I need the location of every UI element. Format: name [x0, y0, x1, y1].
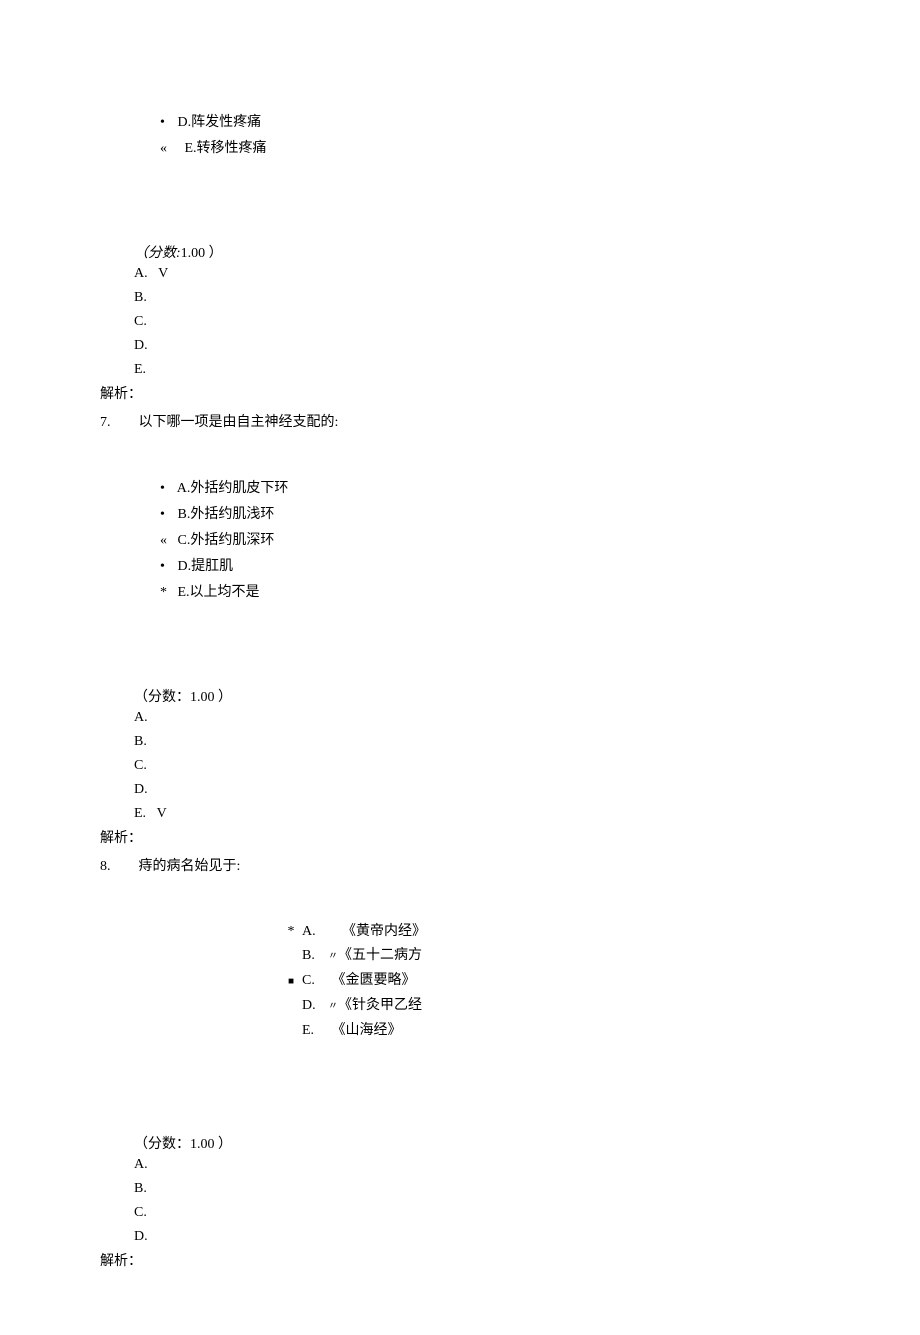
- answer-c: C.: [134, 314, 147, 329]
- q7-option-a: A.外括约肌皮下环: [177, 481, 289, 496]
- answer-b: B.: [134, 290, 147, 305]
- answer-c: C.: [134, 1205, 147, 1220]
- score-label: （分数:: [134, 246, 181, 261]
- score-label: （分数：: [134, 1137, 190, 1152]
- bullet-icon: [160, 476, 174, 502]
- square-icon: [280, 970, 302, 994]
- answer-e: E.: [134, 362, 146, 377]
- q8-number: 8.: [100, 854, 128, 880]
- q8-stem: 痔的病名始见于:: [139, 859, 241, 874]
- ditto-mark: 〃: [328, 995, 338, 1019]
- bullet-icon: [160, 554, 174, 580]
- q6-option-d: D.阵发性疼痛: [178, 115, 262, 130]
- analysis-label: 解析：: [100, 382, 820, 408]
- score-value: 1.00 ）: [181, 246, 223, 261]
- bullet-icon: [280, 920, 302, 944]
- letter-e: E.: [302, 1019, 328, 1043]
- q7-option-d: D.提肛肌: [178, 559, 234, 574]
- score-value: 1.00 ）: [190, 690, 232, 705]
- letter-a: A.: [302, 920, 328, 944]
- score-label: （分数：: [134, 690, 190, 705]
- answer-b: B.: [134, 734, 147, 749]
- answer-b: B.: [134, 1181, 147, 1196]
- bullet-icon: [160, 136, 174, 162]
- q6-option-e: E.转移性疼痛: [185, 141, 267, 156]
- answer-d: D.: [134, 782, 148, 797]
- analysis-label: 解析：: [100, 826, 820, 852]
- q8-option-d: 《针灸甲乙经: [338, 994, 422, 1018]
- bullet-icon: [160, 528, 174, 554]
- bullet-icon: [160, 502, 174, 528]
- q8-option-c: 《金匮要略》: [332, 969, 416, 993]
- q8-option-e: 《山海经》: [332, 1019, 402, 1043]
- q7-option-c: C.外括约肌深环: [178, 533, 275, 548]
- answer-a: A.: [134, 266, 148, 281]
- answer-a: A.: [134, 710, 148, 725]
- letter-b: B.: [302, 944, 328, 968]
- q7-stem: 以下哪一项是由自主神经支配的:: [139, 415, 339, 430]
- check-mark: V: [158, 266, 168, 281]
- answer-d: D.: [134, 338, 148, 353]
- answer-e: E.: [134, 806, 146, 821]
- check-mark: V: [157, 806, 167, 821]
- q7-number: 7.: [100, 410, 128, 436]
- answer-d: D.: [134, 1229, 148, 1244]
- bullet-icon: [160, 110, 174, 136]
- bullet-icon: [160, 580, 174, 606]
- answer-a: A.: [134, 1157, 148, 1172]
- q8-option-b: 《五十二病方: [338, 944, 422, 968]
- analysis-label: 解析：: [100, 1249, 820, 1275]
- q7-option-b: B.外括约肌浅环: [178, 507, 275, 522]
- letter-d: D.: [302, 994, 328, 1018]
- ditto-mark: 〃: [328, 945, 338, 969]
- q7-option-e: E.以上均不是: [178, 585, 260, 600]
- answer-c: C.: [134, 758, 147, 773]
- letter-c: C.: [302, 969, 328, 993]
- q8-option-a: 《黄帝内经》: [342, 920, 426, 944]
- score-value: 1.00 ）: [190, 1137, 232, 1152]
